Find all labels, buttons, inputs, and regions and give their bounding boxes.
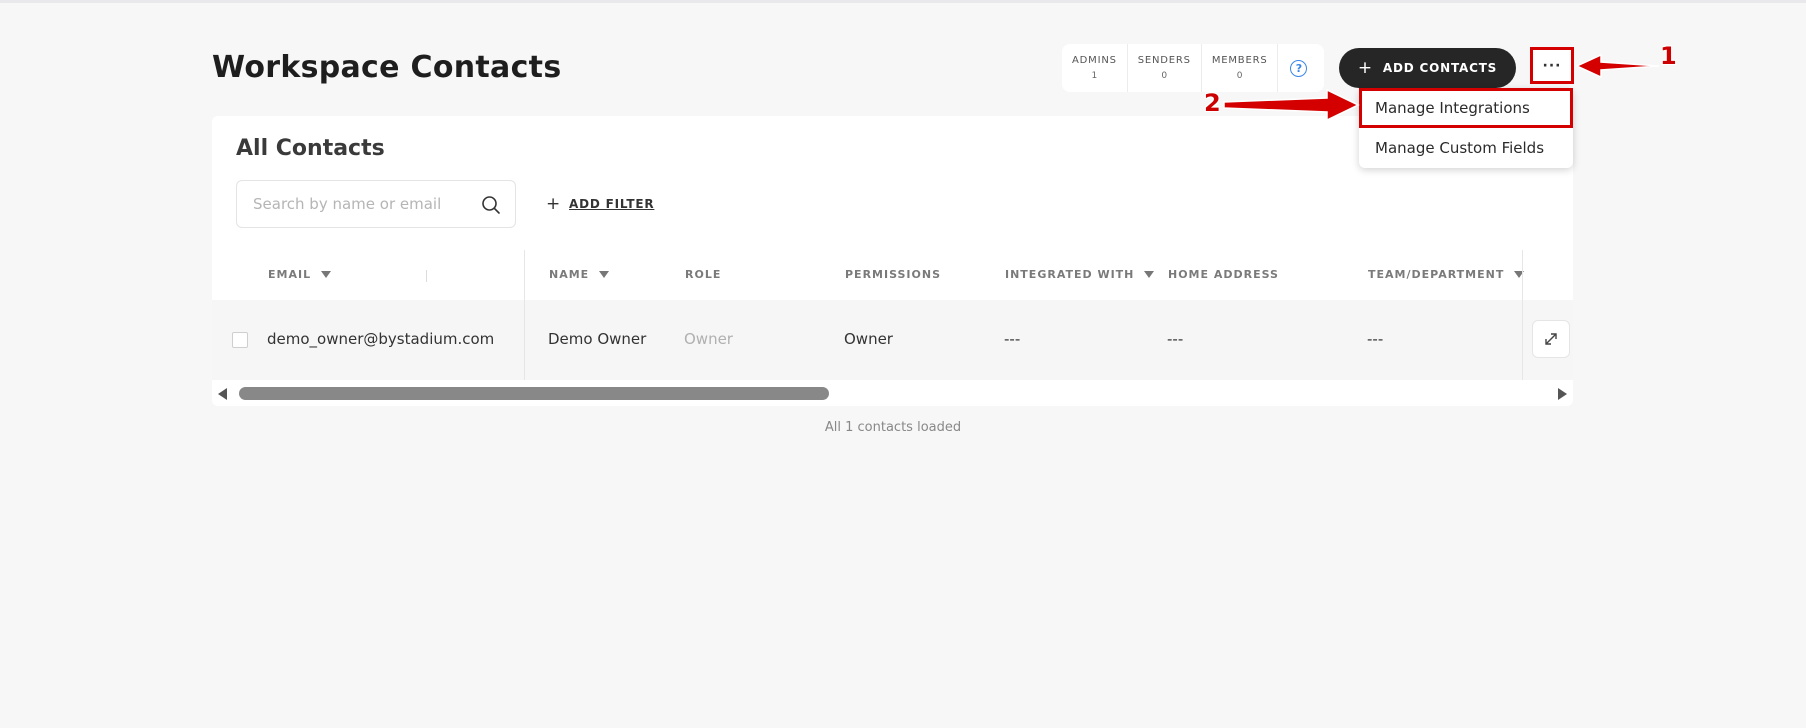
help-icon: ?: [1290, 59, 1308, 77]
search-box: [236, 180, 516, 228]
cell-permissions: Owner: [844, 330, 893, 348]
column-header-home-address[interactable]: HOME ADDRESS: [1168, 268, 1279, 281]
cell-team-department: ---: [1367, 330, 1384, 348]
stat-value: 1: [1091, 71, 1098, 81]
scroll-right-arrow-icon[interactable]: [1558, 388, 1567, 400]
annotation-number-1: 1: [1660, 42, 1677, 70]
contacts-loaded-note: All 1 contacts loaded: [824, 420, 962, 435]
column-label: EMAIL: [268, 268, 312, 281]
plus-icon: +: [1357, 58, 1373, 78]
search-icon[interactable]: [481, 195, 501, 215]
column-header-role[interactable]: ROLE: [685, 268, 721, 281]
stat-value: 0: [1161, 71, 1168, 81]
add-filter-button[interactable]: + ADD FILTER: [546, 194, 654, 214]
top-border: [0, 0, 1806, 3]
cell-role: Owner: [684, 330, 733, 348]
row-checkbox[interactable]: [232, 332, 248, 348]
plus-icon: +: [546, 194, 562, 214]
cell-home-address: ---: [1167, 330, 1184, 348]
menu-item-manage-integrations[interactable]: Manage Integrations: [1359, 88, 1573, 128]
stat-senders: SENDERS 0: [1128, 44, 1202, 92]
column-divider: [1522, 250, 1523, 380]
column-label: ROLE: [685, 268, 722, 281]
add-filter-label: ADD FILTER: [569, 197, 655, 211]
column-resize-handle[interactable]: [426, 270, 427, 282]
column-header-team-department[interactable]: TEAM/DEPARTMENT: [1368, 268, 1525, 281]
column-label: TEAM/DEPARTMENT: [1368, 268, 1505, 281]
add-contacts-label: ADD CONTACTS: [1382, 61, 1498, 75]
more-options-button[interactable]: ···: [1530, 47, 1574, 84]
column-label: INTEGRATED WITH: [1005, 268, 1135, 281]
table-header: EMAIL NAME ROLE PERMISSIONS INTEGRATED W…: [212, 250, 1573, 300]
help-button[interactable]: ?: [1278, 44, 1317, 92]
caret-down-icon[interactable]: [599, 271, 610, 278]
menu-item-manage-custom-fields[interactable]: Manage Custom Fields: [1359, 128, 1573, 168]
scroll-left-arrow-icon[interactable]: [218, 388, 227, 400]
horizontal-scrollbar[interactable]: [212, 384, 1573, 404]
column-header-integrated-with[interactable]: INTEGRATED WITH: [1005, 268, 1155, 281]
cell-integrated-with: ---: [1004, 330, 1021, 348]
cell-name: Demo Owner: [548, 330, 647, 348]
column-label: PERMISSIONS: [845, 268, 942, 281]
caret-down-icon[interactable]: [1144, 271, 1155, 278]
column-header-email[interactable]: EMAIL: [268, 268, 332, 281]
column-divider: [524, 250, 525, 380]
column-header-name[interactable]: NAME: [549, 268, 610, 281]
annotation-number-2: 2: [1204, 89, 1221, 117]
stat-label: ADMINS: [1072, 55, 1117, 66]
table-row[interactable]: demo_owner@bystadium.com Demo Owner Owne…: [212, 300, 1573, 380]
caret-down-icon[interactable]: [321, 271, 332, 278]
stat-label: MEMBERS: [1211, 55, 1268, 66]
annotation-arrow-2: [1223, 88, 1360, 122]
annotation-arrow-1: [1575, 53, 1660, 79]
cell-email: demo_owner@bystadium.com: [267, 330, 495, 348]
scroll-thumb[interactable]: [239, 387, 829, 400]
column-header-permissions[interactable]: PERMISSIONS: [845, 268, 941, 281]
role-stats: ADMINS 1 SENDERS 0 MEMBERS 0 ?: [1062, 44, 1324, 92]
search-input[interactable]: [237, 181, 477, 227]
stat-admins: ADMINS 1: [1062, 44, 1128, 92]
more-options-menu: Manage Integrations Manage Custom Fields: [1359, 88, 1573, 168]
expand-row-button[interactable]: [1532, 320, 1570, 358]
stat-value: 0: [1236, 71, 1243, 81]
card-title: All Contacts: [236, 136, 385, 161]
expand-icon: [1545, 333, 1557, 345]
page-title: Workspace Contacts: [212, 50, 562, 85]
column-label: NAME: [549, 268, 590, 281]
column-label: HOME ADDRESS: [1168, 268, 1279, 281]
add-contacts-button[interactable]: + ADD CONTACTS: [1339, 48, 1516, 88]
stat-members: MEMBERS 0: [1202, 44, 1279, 92]
stat-label: SENDERS: [1137, 55, 1191, 66]
